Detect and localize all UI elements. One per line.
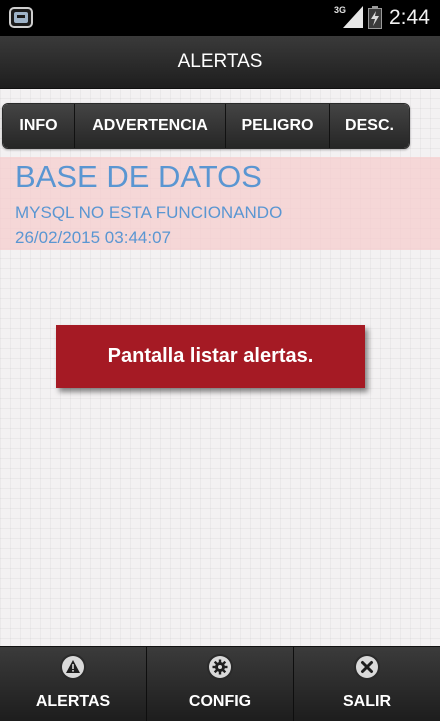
nav-alertas-button[interactable]: ALERTAS — [0, 647, 147, 721]
tab-peligro[interactable]: PELIGRO — [226, 104, 330, 148]
battery-icon — [368, 6, 382, 29]
app-notification-icon — [9, 7, 33, 28]
nav-salir-label: SALIR — [343, 693, 391, 710]
gear-icon — [209, 656, 231, 678]
nav-alertas-label: ALERTAS — [35, 693, 111, 710]
warning-icon — [62, 656, 84, 678]
tab-info[interactable]: INFO — [3, 104, 75, 148]
tab-desc[interactable]: DESC. — [330, 104, 409, 148]
tab-advertencia[interactable]: ADVERTENCIA — [75, 104, 226, 148]
status-bar: 3G 2:44 — [0, 0, 440, 36]
nav-config-label: CONFIG — [188, 693, 252, 710]
close-icon — [356, 656, 378, 678]
signal-icon — [343, 6, 363, 28]
page-title: ALERTAS — [0, 36, 440, 89]
alert-timestamp: 26/02/2015 03:44:07 — [15, 228, 171, 247]
alert-title: BASE DE DATOS — [15, 159, 262, 194]
nav-config-button[interactable]: CONFIG — [147, 647, 294, 721]
toast-message: Pantalla listar alertas. — [56, 325, 365, 388]
bottom-nav: ALERTAS CONFIG SALIR — [0, 646, 440, 721]
alert-filter-tabs: INFO ADVERTENCIA PELIGRO DESC. — [2, 103, 410, 149]
alert-list-item[interactable]: BASE DE DATOS MYSQL NO ESTA FUNCIONANDO … — [0, 157, 440, 250]
nav-salir-button[interactable]: SALIR — [294, 647, 440, 721]
status-clock: 2:44 — [389, 6, 430, 29]
alert-message: MYSQL NO ESTA FUNCIONANDO — [15, 203, 283, 222]
